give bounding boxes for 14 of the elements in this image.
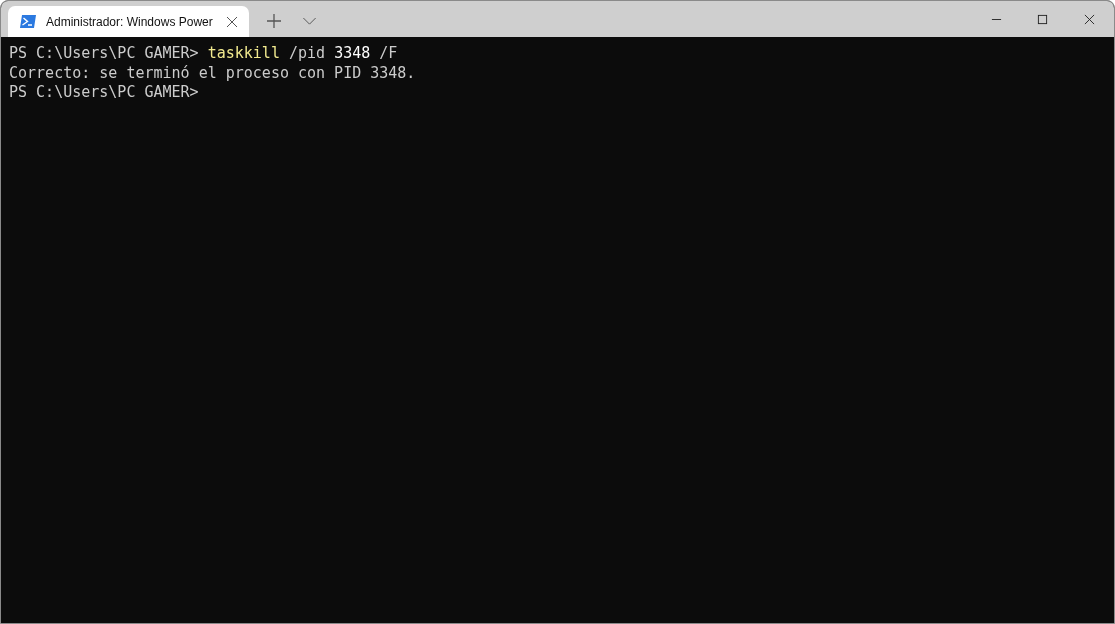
prompt-text: PS C:\Users\PC GAMER> xyxy=(9,83,199,101)
command-text: taskkill xyxy=(207,44,280,62)
close-tab-icon[interactable] xyxy=(227,16,237,27)
terminal-tab[interactable]: Administrador: Windows Power xyxy=(8,6,249,37)
close-icon[interactable] xyxy=(1084,14,1095,25)
new-tab-icon[interactable] xyxy=(267,14,281,28)
number-text: 3348 xyxy=(334,44,371,62)
argument-text: /pid xyxy=(287,44,327,62)
output-text: Correcto: se terminó el proceso con PID 3348. xyxy=(9,63,416,82)
prompt-text: PS C:\Users\PC GAMER> xyxy=(9,44,200,62)
argument-text: /F xyxy=(378,44,398,62)
maximize-icon[interactable] xyxy=(1037,14,1048,25)
powershell-icon xyxy=(20,15,36,28)
tab-title: Administrador: Windows Power xyxy=(46,14,214,29)
